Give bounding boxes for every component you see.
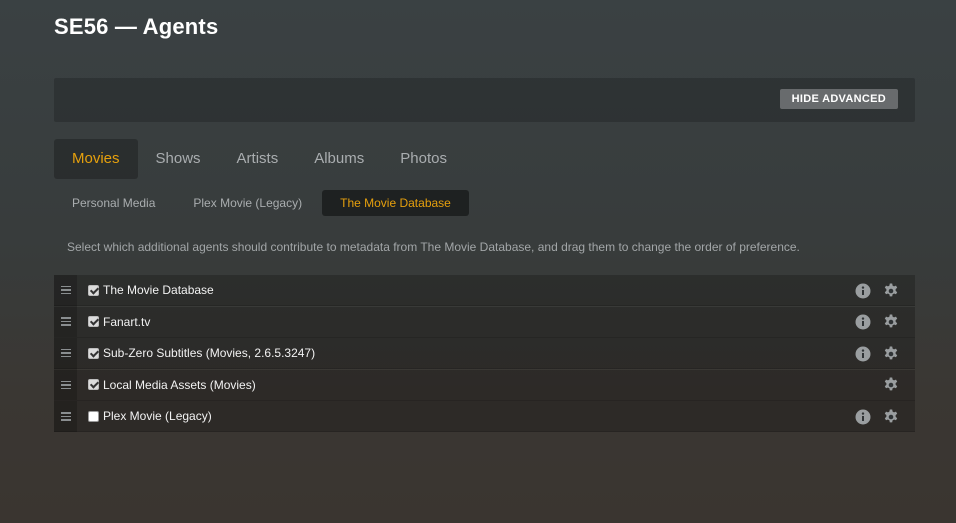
hide-advanced-button[interactable]: HIDE ADVANCED	[779, 89, 898, 109]
gear-icon[interactable]	[883, 377, 899, 393]
gear-icon[interactable]	[883, 409, 899, 425]
agents-description: Select which additional agents should co…	[67, 240, 800, 254]
agent-checkbox[interactable]	[88, 284, 99, 296]
tab-plex-movie-legacy[interactable]: Plex Movie (Legacy)	[175, 190, 320, 216]
tab-albums[interactable]: Albums	[296, 139, 382, 179]
drag-handle-icon[interactable]	[54, 274, 77, 306]
drag-handle-icon[interactable]	[54, 337, 77, 369]
info-icon[interactable]	[855, 283, 871, 299]
info-icon[interactable]	[855, 314, 871, 330]
gear-icon[interactable]	[883, 283, 899, 299]
agent-name: Fanart.tv	[103, 314, 151, 329]
info-icon[interactable]	[855, 346, 871, 362]
gear-icon[interactable]	[883, 346, 899, 362]
agent-row[interactable]: The Movie Database	[54, 274, 915, 306]
agent-checkbox[interactable]	[88, 347, 99, 359]
drag-handle-icon[interactable]	[54, 369, 77, 401]
tab-personal-media[interactable]: Personal Media	[54, 190, 173, 216]
agent-name: Sub-Zero Subtitles (Movies, 2.6.5.3247)	[103, 346, 316, 361]
agent-checkbox[interactable]	[88, 379, 99, 391]
agent-name: The Movie Database	[103, 283, 214, 297]
agent-row[interactable]: Fanart.tv	[54, 306, 915, 338]
drag-handle-icon[interactable]	[54, 400, 77, 432]
agent-tabs: Personal Media Plex Movie (Legacy) The M…	[54, 190, 471, 216]
tab-the-movie-database[interactable]: The Movie Database	[322, 190, 469, 216]
library-type-tabs: Movies Shows Artists Albums Photos	[54, 139, 465, 179]
agent-name: Plex Movie (Legacy)	[103, 409, 212, 424]
settings-toolbar: HIDE ADVANCED	[54, 78, 915, 122]
page-title: SE56 — Agents	[54, 14, 219, 39]
agent-checkbox[interactable]	[88, 410, 99, 422]
tab-photos[interactable]: Photos	[382, 139, 465, 179]
tab-artists[interactable]: Artists	[219, 139, 297, 179]
tab-shows[interactable]: Shows	[138, 139, 219, 179]
agent-checkbox[interactable]	[88, 316, 99, 328]
agent-name: Local Media Assets (Movies)	[103, 377, 256, 392]
info-icon[interactable]	[855, 409, 871, 425]
agent-row[interactable]: Sub-Zero Subtitles (Movies, 2.6.5.3247)	[54, 337, 915, 370]
drag-handle-icon[interactable]	[54, 306, 77, 338]
gear-icon[interactable]	[883, 314, 899, 330]
agent-row[interactable]: Local Media Assets (Movies)	[54, 369, 915, 401]
tab-movies[interactable]: Movies	[54, 139, 138, 179]
agent-row[interactable]: Plex Movie (Legacy)	[54, 400, 915, 433]
agent-list: The Movie Database Fanart.tv Sub-Zero Su…	[54, 274, 915, 433]
